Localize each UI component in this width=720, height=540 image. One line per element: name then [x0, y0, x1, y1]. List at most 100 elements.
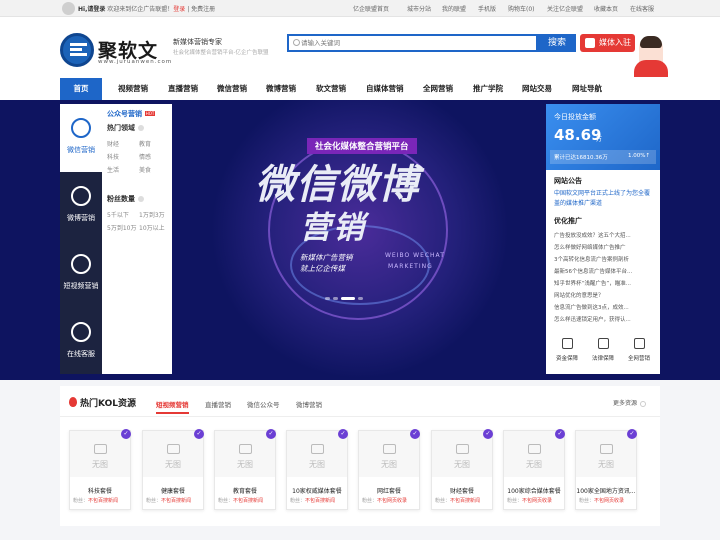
tab-wechat-official[interactable]: 微信公众号: [247, 399, 280, 409]
toplink-service[interactable]: 在线客服: [630, 4, 654, 13]
tag-fans-1[interactable]: 5千以下: [107, 210, 129, 219]
tag-finance[interactable]: 财经: [107, 139, 119, 148]
nav-wechat[interactable]: 微信营销: [217, 78, 247, 100]
tab-weibo[interactable]: 微博营销: [296, 399, 322, 409]
nav-trade[interactable]: 网站交易: [522, 78, 552, 100]
nav-allnet[interactable]: 全网营销: [423, 78, 453, 100]
hero-sub-1: 新媒体广告营销: [300, 253, 353, 262]
register-link[interactable]: 免费注册: [191, 6, 215, 13]
tag-fans-2[interactable]: 1万到3万: [139, 210, 165, 219]
carousel-dot[interactable]: [358, 297, 363, 300]
promo-item[interactable]: 广告投放没成效？这五个大招...: [554, 231, 631, 239]
image-placeholder-icon: [311, 444, 324, 454]
card-image: 无图: [143, 431, 203, 477]
kol-card[interactable]: 无图 ✓ 教育套餐 粉丝：不包百搜新闻: [214, 429, 276, 510]
tag-food[interactable]: 美食: [139, 165, 151, 174]
kol-card[interactable]: 无图 ✓ 10家权威媒体套餐 粉丝：不包百搜新闻: [286, 429, 348, 510]
toplink-bookmark[interactable]: 收藏本页: [594, 4, 618, 13]
notice-text-1[interactable]: 中国软文网平台正式上线了为您全覆: [554, 188, 650, 197]
section-fans[interactable]: 粉丝数量: [107, 194, 144, 204]
tab-live[interactable]: 直播营销: [205, 399, 231, 409]
image-placeholder-icon: [239, 444, 252, 454]
tab-underline: [156, 412, 189, 414]
promo-item[interactable]: 信息流广告做到这3点，成效...: [554, 303, 629, 311]
promo-item[interactable]: 网站优化的意思是？: [554, 291, 604, 299]
promo-item[interactable]: 怎么样做好网络媒体广告推广: [554, 243, 626, 251]
nav-video[interactable]: 视频营销: [118, 78, 148, 100]
search-input[interactable]: [301, 37, 531, 49]
nav-weibo[interactable]: 微博营销: [266, 78, 296, 100]
panel-title[interactable]: 公众号营销: [107, 109, 142, 119]
toplink-cart[interactable]: 购物车(0): [508, 4, 535, 13]
nav-academy[interactable]: 推广学院: [473, 78, 503, 100]
hero-headline-2: 营销: [300, 210, 366, 246]
kol-card[interactable]: 无图 ✓ 健康套餐 粉丝：不包百搜新闻: [142, 429, 204, 510]
promo-title: 优化推广: [554, 217, 582, 225]
kol-title: 热门KOL资源: [80, 399, 136, 409]
tag-fans-4[interactable]: 10万以上: [139, 223, 165, 232]
nav-selfmedia[interactable]: 自媒体营销: [366, 78, 404, 100]
toplink-mobile[interactable]: 手机版: [478, 4, 496, 13]
toplink-home[interactable]: 亿企联盟首页: [353, 4, 389, 13]
tab-shortvideo[interactable]: 短视频营销: [156, 399, 189, 409]
search-box: [287, 34, 538, 52]
image-placeholder-icon: [167, 444, 180, 454]
card-fans: 粉丝：不包网页收录: [362, 498, 408, 504]
join-icon: [585, 38, 595, 48]
promo-item[interactable]: 怎么样迅速锁定用户，获得认...: [554, 315, 631, 323]
media-join-button[interactable]: 媒体入驻: [580, 34, 635, 52]
card-fans: 粉丝：不包百搜新闻: [146, 498, 192, 504]
toplink-my-alliance[interactable]: 我的联盟: [442, 4, 466, 13]
nav-directory[interactable]: 网址导航: [572, 78, 602, 100]
check-icon: ✓: [483, 429, 493, 439]
toplink-follow[interactable]: 关注亿企联盟: [547, 4, 583, 13]
nav-softarticle[interactable]: 软文营销: [316, 78, 346, 100]
check-icon: ✓: [338, 429, 348, 439]
promo-item[interactable]: 3个高转化信息流广告案例剖析: [554, 255, 629, 263]
more-resources-link[interactable]: 更多资源: [613, 398, 647, 407]
card-image: 无图: [504, 431, 564, 477]
promo-item[interactable]: 知乎世界杯“浅醒广告”，瞄准...: [554, 279, 631, 287]
kol-section: 热门KOL资源 短视频营销 直播营销 微信公众号 微博营销 更多资源 无图 ✓ …: [60, 386, 660, 526]
kol-card[interactable]: 无图 ✓ 财经套餐 粉丝：不包百搜新闻: [431, 429, 493, 510]
tag-emotion[interactable]: 情感: [139, 152, 151, 161]
logo-icon[interactable]: [60, 33, 94, 67]
customer-service-icon: [71, 322, 91, 342]
login-prompt-link[interactable]: Hi,请登录: [78, 6, 105, 13]
nav-live[interactable]: 直播营销: [168, 78, 198, 100]
search-button[interactable]: 搜索: [538, 34, 576, 52]
notice-text-2[interactable]: 盖的媒体推广渠道: [554, 198, 602, 207]
sidebar-item-weibo[interactable]: 微博营销: [60, 172, 102, 240]
card-image: 无图: [432, 431, 492, 477]
login-link[interactable]: 登录: [173, 6, 185, 13]
sidebar-item-shortvideo[interactable]: 短视频营销: [60, 240, 102, 308]
kol-card[interactable]: 无图 ✓ 100家全国地方资讯... 粉丝：不包网页收录: [575, 429, 637, 510]
tag-life[interactable]: 生活: [107, 165, 119, 174]
tag-tech[interactable]: 科技: [107, 152, 119, 161]
tag-education[interactable]: 教育: [139, 139, 151, 148]
kol-card[interactable]: 无图 ✓ 科技套餐 粉丝：不包百搜新闻: [69, 429, 131, 510]
user-avatar-icon[interactable]: [62, 2, 75, 15]
kol-card[interactable]: 无图 ✓ 100家综合媒体套餐 粉丝：不包网页收录: [503, 429, 565, 510]
card-image: 无图: [70, 431, 130, 477]
spend-unit: 万: [596, 136, 603, 143]
carousel-dot[interactable]: [325, 297, 330, 300]
kol-card[interactable]: 无图 ✓ 网红套餐 粉丝：不包网页收录: [358, 429, 420, 510]
carousel-dot-active[interactable]: [341, 297, 355, 300]
card-name: 科技套餐: [87, 488, 112, 495]
check-icon: ✓: [410, 429, 420, 439]
guarantee-funds[interactable]: 资金保障: [549, 334, 585, 368]
tag-fans-3[interactable]: 5万到10万: [107, 223, 136, 232]
guarantee-legal[interactable]: 法律保障: [585, 334, 621, 368]
notice-title: 网站公告: [554, 177, 582, 185]
nav-home[interactable]: 首页: [60, 78, 102, 100]
divider: [60, 416, 660, 417]
carousel-dot[interactable]: [333, 297, 338, 300]
guarantee-allnet[interactable]: 全网营销: [621, 334, 657, 368]
card-fans: 粉丝：不包网页收录: [579, 498, 625, 504]
sidebar-item-wechat[interactable]: 微信营销: [60, 104, 102, 172]
section-hot-fields[interactable]: 热门领域: [107, 123, 144, 133]
promo-item[interactable]: 最新56个信息流广告媒体平台...: [554, 267, 632, 275]
toplink-city[interactable]: 城市分站: [407, 4, 431, 13]
sidebar-item-service[interactable]: 在线客服: [60, 308, 102, 376]
